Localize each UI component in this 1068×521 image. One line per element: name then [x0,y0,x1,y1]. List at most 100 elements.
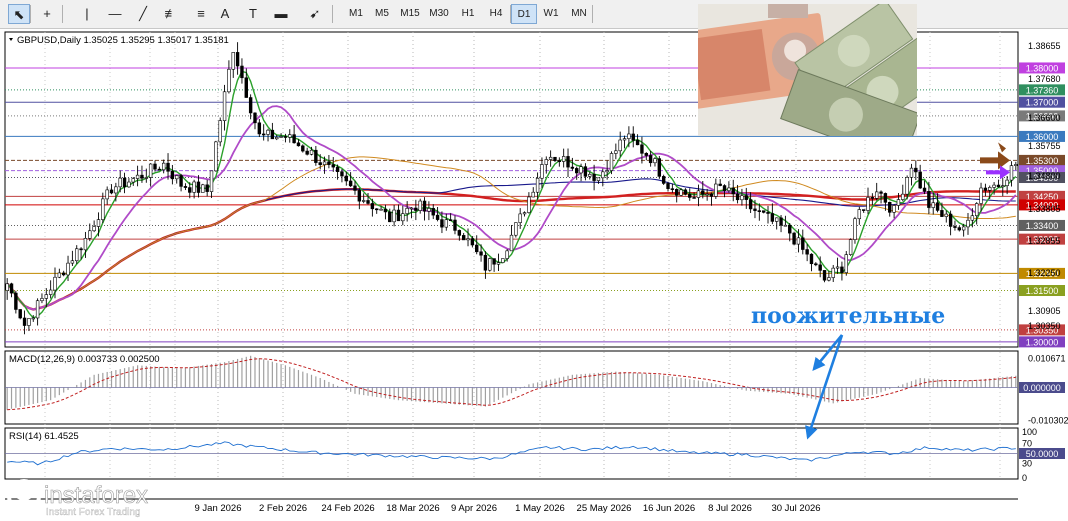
candle-body [896,199,901,206]
candle-body [79,248,83,251]
text-label-icon[interactable]: T [242,4,264,24]
candle-body [796,237,801,245]
candle-body [218,120,222,143]
timeframe-h1-button[interactable]: H1 [455,4,481,24]
candle-body [9,283,14,294]
candle-body [709,193,714,197]
candle-body [427,208,431,212]
candle-body [918,171,922,189]
candle-body [240,65,244,79]
candle-body [492,258,496,265]
timeframe-d1-button[interactable]: D1 [511,4,537,24]
candle-body [914,167,918,173]
candle-body [179,175,183,187]
candle-body [927,191,931,208]
candle-body [283,136,288,138]
crosshair-icon[interactable]: + [36,4,58,24]
timeframe-mn-button[interactable]: MN [566,4,592,24]
candle-body [740,195,744,201]
vertical-line-icon[interactable]: | [76,4,98,24]
candle-body [805,249,809,255]
candle-body [640,144,644,154]
candle-body [974,203,979,217]
annotation-text: поожительные [751,303,945,329]
candle-body [361,200,366,202]
toolbar-separator [62,5,63,23]
candle-body [953,226,957,228]
candle-body [405,207,409,214]
timeframe-m5-button[interactable]: M5 [369,4,395,24]
candle-body [705,193,709,196]
candle-body [966,219,970,228]
candle-body [996,184,1001,187]
rsi-axis-label: 30 [1022,459,1032,469]
candle-body [335,166,340,172]
candle-body [31,317,35,320]
candle-body [701,190,705,195]
candle-body [509,234,514,252]
horizontal-line-icon[interactable]: — [104,4,126,24]
candle-body [409,207,414,210]
candle-body [479,251,483,256]
price-level-tag-label: 1.37000 [1026,98,1059,108]
price-axis-label: 1.38655 [1028,41,1061,51]
text-icon[interactable]: A [214,4,236,24]
candle-body [857,209,862,220]
candle-body [70,260,75,264]
candle-body [257,122,262,135]
equidistant-channel-icon[interactable]: ≢ [160,4,182,24]
candle-body [635,140,640,146]
cursor-icon[interactable]: ⬉ [8,4,30,24]
candle-body [1009,165,1014,181]
price-level-tag-label: 1.30000 [1026,337,1059,347]
timeframe-h4-button[interactable]: H4 [483,4,509,24]
candle-body [296,142,301,147]
candle-body [931,202,935,208]
trendline-icon[interactable]: ╱ [132,4,154,24]
candle-body [553,156,557,161]
candle-body [653,158,657,164]
candle-body [661,176,666,184]
candle-body [370,203,375,210]
candle-body [557,160,562,162]
toolbar-separator [592,5,593,23]
candle-body [783,224,788,227]
candle-body [692,197,696,199]
macd-axis-label: 0.010671 [1028,354,1066,364]
candle-body [27,318,31,326]
timeframe-m30-button[interactable]: M30 [426,4,452,24]
candle-body [244,77,248,98]
time-axis-label: 1 May 2026 [515,503,565,514]
timeframe-m15-button[interactable]: M15 [397,4,423,24]
candle-body [353,185,357,191]
rectangle-icon[interactable]: ▬ [270,4,292,24]
timeframe-m1-button[interactable]: M1 [343,4,369,24]
candle-body [422,200,427,212]
candle-body [261,133,266,136]
candle-body [748,199,753,210]
candle-body [414,207,418,211]
candle-body [718,183,722,186]
toolbar-separator [30,5,31,23]
toolbar-separator [332,5,333,23]
arrows-icon[interactable]: ➹ [304,4,326,24]
candle-body [657,158,662,177]
time-axis-label: 16 Jun 2026 [643,503,695,514]
candle-body [118,177,122,188]
candle-body [501,258,505,263]
candle-body [388,211,392,223]
candle-body [561,156,566,162]
candle-body [209,170,214,192]
candle-body [544,159,548,165]
candle-body [88,230,92,239]
timeframe-w1-button[interactable]: W1 [538,4,564,24]
candle-body [96,219,101,227]
macd-title: MACD(12,26,9) 0.003733 0.002500 [9,354,160,365]
candle-body [866,197,870,211]
currency-banknotes-photo [698,4,917,136]
candle-body [683,189,688,195]
candle-body [392,209,396,223]
fibonacci-icon[interactable]: ≡ [190,4,212,24]
candle-body [844,254,848,273]
candle-body [1001,185,1005,187]
